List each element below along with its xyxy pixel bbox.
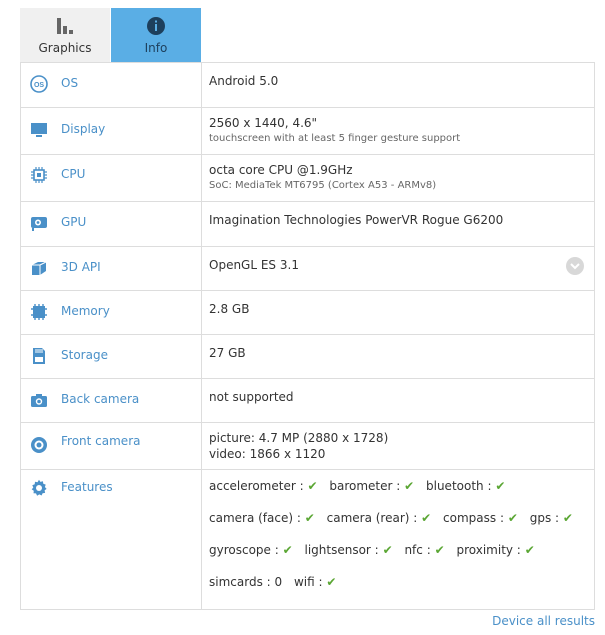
table-row-3d-api: 3D API OpenGL ES 3.1 (21, 247, 594, 291)
gear-icon (31, 479, 47, 496)
check-icon: ✔ (495, 479, 506, 493)
os-icon: OS (30, 75, 48, 93)
features-line-4: simcards : 0 wifi : ✔ (209, 575, 344, 589)
tab-graphics[interactable]: Graphics (20, 8, 110, 62)
row-label-cpu: CPU (61, 167, 86, 181)
check-icon: ✔ (507, 511, 518, 525)
row-value-3d-api: OpenGL ES 3.1 (209, 258, 299, 272)
feature-bluetooth: bluetooth : ✔ (426, 479, 506, 493)
table-row-back-camera: Back camera not supported (21, 379, 594, 423)
feature-wifi: wifi : ✔ (293, 575, 337, 589)
row-label-features: Features (61, 480, 113, 494)
feature-nfc: nfc : ✔ (404, 543, 445, 557)
feature-camera-face: camera (face) : ✔ (209, 511, 315, 525)
row-label-gpu: GPU (61, 215, 87, 229)
tab-info-label: Info (144, 41, 168, 55)
row-label-memory: Memory (61, 304, 110, 318)
row-value-front-camera-picture: picture: 4.7 MP (2880 x 1728) (209, 431, 389, 445)
cpu-icon (31, 167, 47, 183)
check-icon: ✔ (524, 543, 535, 557)
feature-simcards: simcards : 0 (209, 575, 283, 589)
table-row-os: OS OS Android 5.0 (21, 63, 594, 108)
check-icon: ✔ (326, 575, 337, 589)
feature-accelerometer: accelerometer : ✔ (209, 479, 318, 493)
check-icon: ✔ (382, 543, 393, 557)
feature-compass: compass : ✔ (443, 511, 518, 525)
table-row-storage: Storage 27 GB (21, 335, 594, 379)
device-all-results-link[interactable]: Device all results (492, 614, 595, 628)
info-icon (147, 17, 165, 35)
feature-gyroscope: gyroscope : ✔ (209, 543, 293, 557)
row-label-storage: Storage (61, 348, 108, 362)
row-sub-display: touchscreen with at least 5 finger gestu… (209, 133, 461, 144)
bar-chart-icon (57, 18, 73, 34)
check-icon: ✔ (307, 479, 318, 493)
table-row-display: Display 2560 x 1440, 4.6" touchscreen wi… (21, 108, 594, 155)
check-icon: ✔ (562, 511, 573, 525)
chevron-down-icon (570, 263, 580, 270)
row-value-display: 2560 x 1440, 4.6" (209, 116, 318, 130)
row-value-front-camera-video: video: 1866 x 1120 (209, 447, 326, 461)
memory-icon (31, 304, 47, 320)
features-line-2: camera (face) : ✔ camera (rear) : ✔ comp… (209, 511, 581, 525)
check-icon: ✔ (282, 543, 293, 557)
feature-lightsensor: lightsensor : ✔ (304, 543, 393, 557)
row-value-gpu: Imagination Technologies PowerVR Rogue G… (209, 213, 504, 227)
features-line-3: gyroscope : ✔ lightsensor : ✔ nfc : ✔ pr… (209, 543, 543, 557)
storage-icon (33, 348, 45, 364)
row-label-back-camera: Back camera (61, 392, 140, 406)
features-line-1: accelerometer : ✔ barometer : ✔ bluetoot… (209, 479, 513, 493)
table-row-features: Features accelerometer : ✔ barometer : ✔… (21, 470, 594, 610)
expand-button[interactable] (566, 257, 584, 275)
gpu-icon (31, 217, 47, 231)
check-icon: ✔ (434, 543, 445, 557)
tab-info[interactable]: Info (111, 8, 201, 62)
front-camera-icon (31, 437, 47, 453)
table-row-gpu: GPU Imagination Technologies PowerVR Rog… (21, 202, 594, 247)
row-label-os: OS (61, 76, 79, 90)
feature-camera-rear: camera (rear) : ✔ (326, 511, 432, 525)
row-label-3d-api: 3D API (61, 260, 101, 274)
row-label-display: Display (61, 122, 106, 136)
row-value-cpu: octa core CPU @1.9GHz (209, 163, 353, 177)
table-row-cpu: CPU octa core CPU @1.9GHz SoC: MediaTek … (21, 155, 594, 202)
row-value-os: Android 5.0 (209, 74, 279, 88)
feature-barometer: barometer : ✔ (329, 479, 415, 493)
svg-text:OS: OS (34, 82, 44, 89)
display-icon (31, 123, 47, 137)
tab-graphics-label: Graphics (38, 41, 92, 55)
row-value-back-camera: not supported (209, 390, 294, 404)
table-row-memory: Memory 2.8 GB (21, 291, 594, 335)
feature-proximity: proximity : ✔ (456, 543, 535, 557)
check-icon: ✔ (404, 479, 415, 493)
check-icon: ✔ (421, 511, 432, 525)
check-icon: ✔ (304, 511, 315, 525)
3d-api-icon (32, 261, 47, 275)
row-sub-cpu: SoC: MediaTek MT6795 (Cortex A53 - ARMv8… (209, 180, 437, 191)
device-info-table: OS OS Android 5.0 Display 2560 x 1440, 4… (20, 62, 595, 610)
row-label-front-camera: Front camera (61, 434, 141, 448)
camera-icon (31, 394, 47, 407)
tab-bar: Graphics Info (20, 8, 201, 62)
row-value-memory: 2.8 GB (209, 302, 250, 316)
row-value-storage: 27 GB (209, 346, 246, 360)
table-row-front-camera: Front camera picture: 4.7 MP (2880 x 172… (21, 423, 594, 470)
feature-gps: gps : ✔ (529, 511, 573, 525)
